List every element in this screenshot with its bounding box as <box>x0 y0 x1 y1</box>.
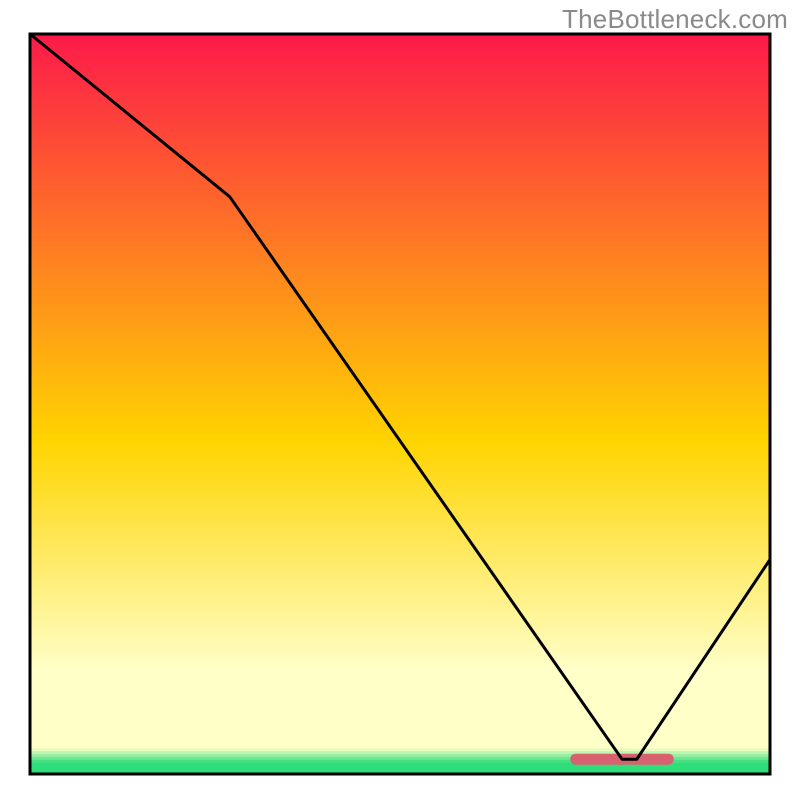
chart-svg <box>0 0 800 800</box>
chart-container: TheBottleneck.com <box>0 0 800 800</box>
gradient-background <box>30 34 770 775</box>
